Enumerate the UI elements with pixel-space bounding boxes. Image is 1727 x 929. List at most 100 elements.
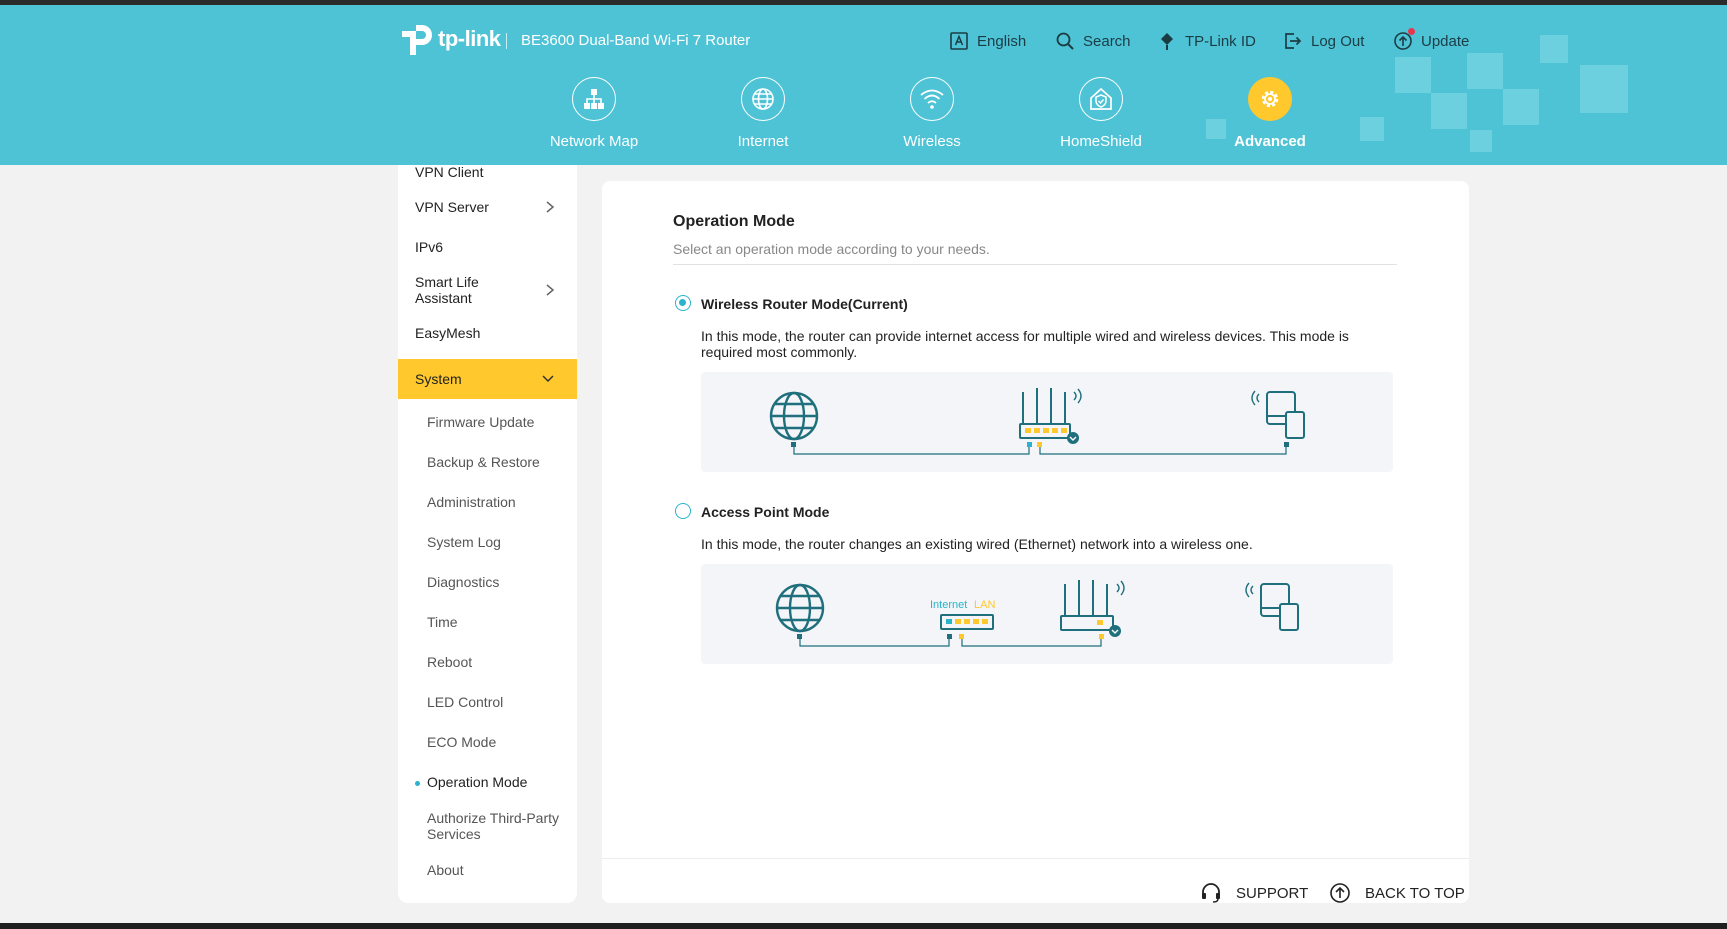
sidebar-subitem-operation-mode[interactable]: Operation Mode bbox=[414, 774, 527, 790]
sidebar-subitem-administration[interactable]: Administration bbox=[427, 494, 516, 510]
window-bottom-strip bbox=[0, 923, 1727, 929]
header-decoration bbox=[1580, 65, 1628, 113]
language-selector[interactable]: English bbox=[949, 31, 1026, 51]
wifi-signal-icon bbox=[1245, 582, 1254, 598]
port-dot bbox=[797, 634, 802, 639]
sidebar-subitem-time[interactable]: Time bbox=[427, 614, 458, 630]
update-button[interactable]: Update bbox=[1393, 28, 1470, 51]
cable-line bbox=[799, 639, 950, 647]
sidebar-item-label: Smart Life Assistant bbox=[415, 274, 479, 306]
mode-desc-access-point: In this mode, the router changes an exis… bbox=[701, 536, 1253, 552]
sidebar-subitem-eco-mode[interactable]: ECO Mode bbox=[427, 734, 496, 750]
power-icon bbox=[1067, 432, 1079, 444]
gear-icon bbox=[1261, 90, 1279, 108]
update-notification-dot bbox=[1408, 28, 1415, 35]
back-to-top-label: BACK TO TOP bbox=[1365, 884, 1465, 902]
back-to-top-link[interactable]: BACK TO TOP bbox=[1329, 882, 1465, 904]
brand-logo[interactable]: tp-link bbox=[398, 21, 501, 57]
sidebar-subitem-about[interactable]: About bbox=[427, 862, 464, 878]
header-decoration bbox=[1431, 93, 1467, 129]
access-point-diagram-graphic: Internet LAN bbox=[775, 580, 1299, 647]
page-subtitle: Select an operation mode according to yo… bbox=[673, 241, 990, 257]
cable-line bbox=[1039, 447, 1287, 455]
globe-icon bbox=[775, 583, 825, 633]
sidebar: VPN Client VPN Server IPv6 Smart Life As… bbox=[398, 164, 577, 903]
header-decoration bbox=[1540, 35, 1568, 63]
cable-line bbox=[793, 447, 1030, 455]
header-decoration bbox=[1395, 57, 1431, 93]
sidebar-subitem-backup-restore[interactable]: Backup & Restore bbox=[427, 454, 540, 470]
logout-icon bbox=[1285, 33, 1302, 49]
sidebar-item-vpn-client[interactable]: VPN Client bbox=[398, 164, 577, 180]
search-icon bbox=[1056, 32, 1074, 50]
page-title: Operation Mode bbox=[673, 213, 795, 230]
sidebar-item-label: System bbox=[415, 371, 462, 387]
header-decoration bbox=[1360, 117, 1384, 141]
logout-button[interactable]: Log Out bbox=[1283, 31, 1364, 51]
mode-desc-wireless-router: In this mode, the router can provide int… bbox=[701, 328, 1349, 360]
sidebar-item-label: VPN Client bbox=[415, 164, 484, 180]
port-dot bbox=[791, 442, 796, 447]
wireless-router-diagram-graphic bbox=[769, 388, 1305, 455]
sidebar-subitem-authorize-third-party[interactable]: Authorize Third-Party Services bbox=[427, 810, 567, 842]
nav-homeshield[interactable]: HomeShield bbox=[1031, 77, 1171, 150]
footer-divider bbox=[602, 858, 1469, 859]
port-dot bbox=[947, 634, 952, 639]
support-link[interactable]: SUPPORT bbox=[1200, 882, 1308, 904]
port-dot bbox=[1099, 634, 1104, 639]
radio-wireless-router-mode[interactable] bbox=[675, 295, 691, 311]
diagram-label-lan: LAN bbox=[974, 599, 995, 611]
diagram-wireless-router bbox=[701, 372, 1393, 472]
sidebar-item-system[interactable]: System bbox=[398, 359, 577, 399]
sidebar-item-easymesh[interactable]: EasyMesh bbox=[398, 317, 577, 349]
router-model: BE3600 Dual-Band Wi-Fi 7 Router bbox=[506, 33, 750, 49]
diagram-access-point: Internet LAN bbox=[701, 564, 1393, 664]
tplink-id-label: TP-Link ID bbox=[1185, 32, 1256, 50]
tplink-id-icon bbox=[1161, 33, 1173, 50]
router-ports bbox=[1025, 428, 1067, 433]
tplink-id-button[interactable]: TP-Link ID bbox=[1157, 31, 1256, 51]
language-icon bbox=[950, 32, 968, 50]
sidebar-subitem-diagnostics[interactable]: Diagnostics bbox=[427, 574, 499, 590]
brand-name: tp-link bbox=[438, 26, 501, 51]
divider bbox=[673, 264, 1397, 265]
nav-advanced[interactable]: Advanced bbox=[1200, 77, 1340, 150]
headset-icon bbox=[1202, 883, 1220, 903]
sidebar-item-vpn-server[interactable]: VPN Server bbox=[398, 191, 577, 223]
sidebar-item-smart-life-assistant[interactable]: Smart Life Assistant bbox=[398, 271, 577, 309]
port-dot bbox=[959, 634, 964, 639]
devices-icon bbox=[1266, 391, 1305, 439]
main-panel: Operation Mode Select an operation mode … bbox=[602, 181, 1469, 903]
radio-access-point-mode[interactable] bbox=[675, 503, 691, 519]
support-label: SUPPORT bbox=[1236, 884, 1309, 902]
power-icon bbox=[1109, 625, 1121, 637]
search-button[interactable]: Search bbox=[1055, 31, 1131, 51]
globe-icon bbox=[752, 88, 774, 110]
nav-label: HomeShield bbox=[1060, 133, 1142, 150]
sidebar-subitem-led-control[interactable]: LED Control bbox=[427, 694, 503, 710]
router-port bbox=[1097, 620, 1103, 625]
update-label: Update bbox=[1421, 32, 1470, 50]
mode-title-wireless-router: Wireless Router Mode(Current) bbox=[701, 296, 908, 312]
diagram-label-internet: Internet bbox=[930, 599, 967, 611]
header-decoration bbox=[1470, 130, 1492, 152]
sidebar-item-label: IPv6 bbox=[415, 239, 444, 255]
nav-network-map[interactable]: Network Map bbox=[524, 77, 664, 150]
search-label: Search bbox=[1083, 32, 1131, 50]
wifi-icon bbox=[920, 89, 944, 109]
network-map-icon bbox=[584, 89, 604, 109]
wifi-signal-icon bbox=[1073, 388, 1082, 404]
sidebar-subitem-firmware-update[interactable]: Firmware Update bbox=[427, 414, 534, 430]
nav-label: Advanced bbox=[1234, 133, 1306, 150]
nav-wireless[interactable]: Wireless bbox=[862, 77, 1002, 150]
devices-icon bbox=[1260, 583, 1299, 631]
port-dot bbox=[1037, 442, 1042, 447]
nav-internet[interactable]: Internet bbox=[693, 77, 833, 150]
chevron-down-icon bbox=[542, 375, 554, 383]
homeshield-icon bbox=[1090, 87, 1112, 110]
sidebar-subitem-system-log[interactable]: System Log bbox=[427, 534, 501, 550]
sidebar-subitem-reboot[interactable]: Reboot bbox=[427, 654, 472, 670]
port-dot bbox=[1284, 442, 1289, 447]
sidebar-item-ipv6[interactable]: IPv6 bbox=[398, 231, 577, 263]
wifi-signal-icon bbox=[1251, 390, 1260, 406]
